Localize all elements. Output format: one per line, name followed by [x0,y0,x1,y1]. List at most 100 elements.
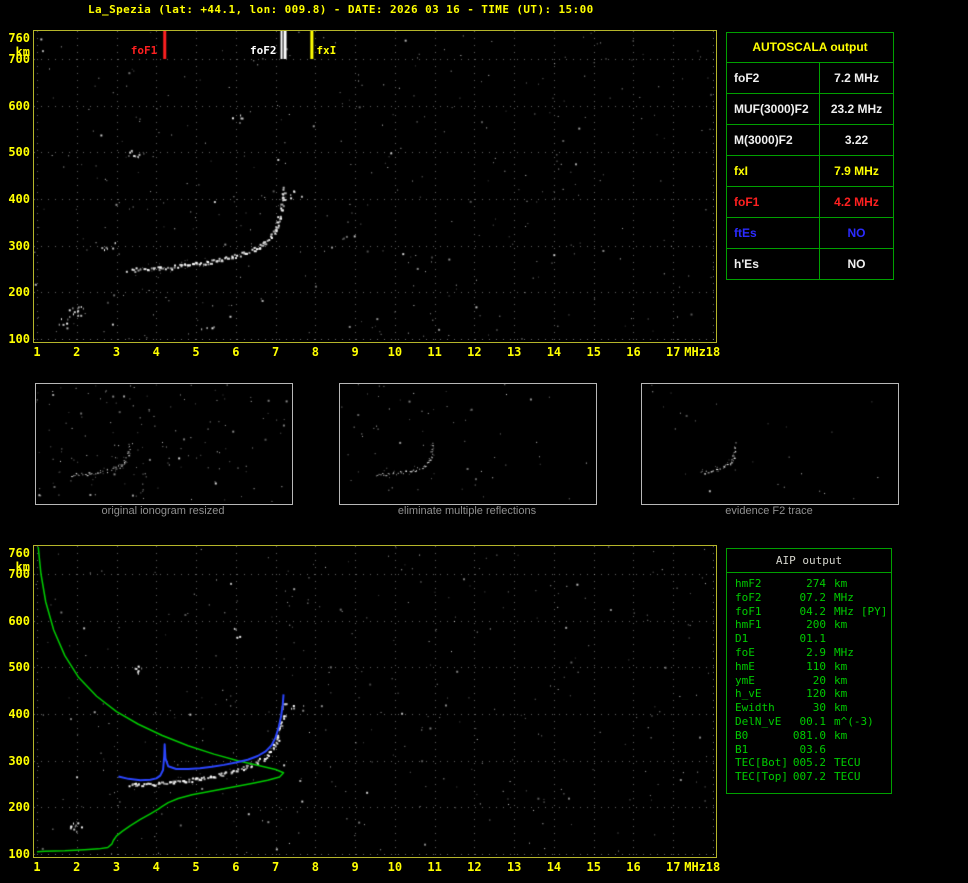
autoscala-row: fxI 7.9 MHz [727,156,893,187]
x-tick-label: 1 [33,860,41,874]
aip-row: TEC[Top] 007.2 TECU [735,770,891,784]
y-tick-label: 200 [8,285,30,300]
aip-parameter-name: foF1 [735,604,762,618]
x-tick-label: 2 [73,860,81,874]
aip-parameter-unit: TECU [834,770,861,784]
aip-parameter-name: ymE [735,673,755,687]
ionogram-plot [33,30,717,343]
aip-parameter-value: 30 [812,701,826,715]
aip-parameter-name: h_vE [735,687,762,701]
aip-row: foF1 04.2 MHz [PY] [735,605,891,619]
y-axis-unit-label: km [15,45,30,59]
parameter-name: fxI [727,156,820,186]
x-tick-label: 3 [112,345,121,359]
x-tick-label: 6 [232,860,240,874]
x-tick-label: 9 [351,860,359,874]
aip-parameter-name: foF2 [735,590,762,604]
x-tick-label: 4 [152,345,160,359]
aip-rows: hmF2 274 km foF2 07.2 MHz foF1 04.2 MHz [727,573,891,784]
aip-parameter-value: 2.9 [806,645,826,659]
parameter-value: 7.9 MHz [834,164,879,178]
marker-label-foF2: foF2 [250,44,277,57]
aip-row: TEC[Bot] 005.2 TECU [735,756,891,770]
x-tick-label: 5 [192,345,200,359]
parameter-name: foF2 [727,63,820,93]
x-tick-label: 15 [586,860,601,874]
ionogram-canvas [34,31,714,340]
x-tick-label: 3 [112,860,121,874]
thumbnail-original-ionogram [35,383,293,505]
y-tick-label: 600 [8,98,30,113]
aip-row: foE 2.9 MHz [735,646,891,660]
parameter-value: 3.22 [844,133,869,147]
x-tick-label: 18 [705,860,721,874]
marker-label-fxI: fxI [316,44,337,57]
aip-panel-title: AIP output [775,554,843,567]
x-tick-label: 1 [33,345,41,359]
aip-parameter-flag: [PY] [860,604,888,618]
x-tick-label: 8 [311,860,319,874]
y-tick-label: 500 [8,660,30,675]
aip-row: h_vE 120 km [735,687,891,701]
aip-row: hmE 110 km [735,660,891,674]
aip-parameter-value: 00.1 [799,714,827,728]
y-tick-label: 600 [8,613,30,628]
thumbnail-multiple-reflections-removed [339,383,597,505]
x-tick-label: 6 [232,345,240,359]
x-tick-label: 7 [271,860,280,874]
aip-row: Ewidth 30 km [735,701,891,715]
aip-parameter-name: Ewidth [735,701,775,715]
x-tick-label: 13 [506,345,522,359]
aip-parameter-unit: TECU [834,756,861,770]
parameter-name: MUF(3000)F2 [727,94,820,124]
autoscala-rows: foF2 7.2 MHz MUF(3000)F2 23.2 MHz M(3000… [727,63,893,279]
autoscala-output-panel: AUTOSCALA output foF2 7.2 MHz MUF(3000)F… [726,32,894,280]
aip-row: foF2 07.2 MHz [735,591,891,605]
aip-parameter-unit: km [834,687,848,701]
aip-parameter-value: 120 [806,687,826,701]
x-tick-label: 10 [387,860,403,874]
thumbnail-caption: eliminate multiple reflections [397,505,537,517]
aip-row: hmF2 274 km [735,577,891,591]
aip-parameter-name: DelN_vE [735,714,782,728]
y-tick-label: 500 [8,145,30,160]
aip-parameter-value: 081.0 [792,728,826,742]
x-tick-label: 2 [73,345,81,359]
autoscala-row: foF1 4.2 MHz [727,187,893,218]
x-tick-label: 10 [387,345,403,359]
profile-fit-plot [33,545,717,858]
aip-parameter-name: TEC[Top] [735,770,788,784]
station-date-header: La_Spezia (lat: +44.1, lon: 009.8) - DAT… [88,3,594,16]
x-tick-label: 13 [506,860,522,874]
x-tick-label: 9 [351,345,359,359]
x-tick-label: 14 [546,860,562,874]
x-axis-unit-label: MHz [684,345,706,359]
y-tick-label: 760 [8,546,30,560]
thumbnail-canvas [642,384,896,502]
x-tick-label: 17 [666,860,681,874]
aip-parameter-value: 03.6 [799,742,827,756]
aip-row: hmF1 200 km [735,618,891,632]
parameter-name: foF1 [727,187,820,217]
thumbnail-caption: evidence F2 trace [725,505,813,517]
x-tick-label: 18 [705,345,721,359]
y-tick-label: 400 [8,707,30,721]
x-tick-label: 11 [427,860,442,874]
thumbnail-f2-trace-evidence [641,383,899,505]
aip-parameter-name: B0 [735,728,749,742]
thumbnail-canvas [36,384,290,502]
aip-parameter-unit: MHz [834,604,854,618]
autoscala-panel-title: AUTOSCALA output [727,33,893,63]
y-tick-label: 760 [8,31,30,45]
aip-parameter-name: TEC[Bot] [735,756,788,770]
x-tick-label: 11 [427,345,442,359]
parameter-value: NO [847,257,866,271]
aip-parameter-unit: km [834,659,848,673]
aip-parameter-name: D1 [735,632,749,646]
aip-parameter-value: 01.1 [799,632,827,646]
aip-parameter-unit: m^(-3) [834,714,874,728]
aip-parameter-value: 200 [806,618,826,632]
y-tick-label: 100 [8,847,30,861]
x-axis-unit-label: MHz [684,860,706,874]
y-tick-label: 100 [8,332,30,346]
